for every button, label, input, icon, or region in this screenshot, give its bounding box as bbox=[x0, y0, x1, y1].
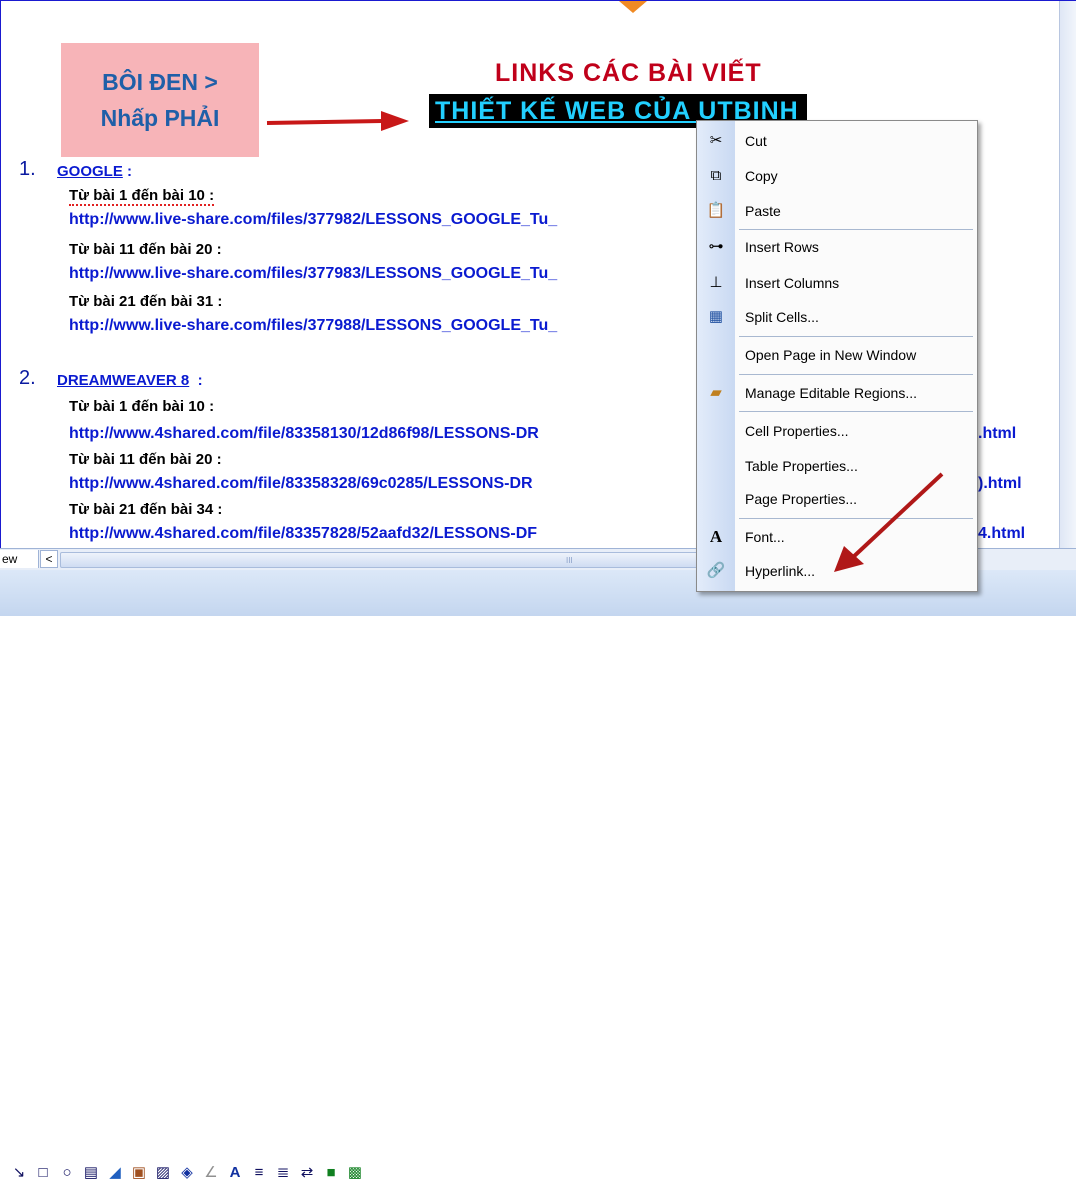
entry-label: Từ bài 1 đến bài 10 : bbox=[69, 187, 215, 206]
fill-color-icon[interactable]: ◈ bbox=[178, 1164, 196, 1182]
oval-tool-icon[interactable]: ○ bbox=[58, 1164, 76, 1182]
menu-item-label: Insert Rows bbox=[745, 239, 819, 255]
entry-label: Từ bài 11 đến bài 20 : bbox=[69, 241, 222, 258]
hyperlink-icon: 🔗 bbox=[706, 562, 726, 579]
editable-regions-icon: ▰ bbox=[710, 384, 722, 401]
menu-item-manage-editable-regions[interactable]: ▰ Manage Editable Regions... bbox=[697, 377, 977, 409]
copy-icon: ⧉ bbox=[710, 167, 722, 184]
menu-item-cell-properties[interactable]: Cell Properties... bbox=[697, 415, 977, 447]
clipart-tool-icon[interactable]: ▣ bbox=[130, 1164, 148, 1182]
menu-separator bbox=[739, 374, 973, 375]
entry-link[interactable]: http://www.4shared.com/file/83358328/69c… bbox=[69, 475, 533, 493]
menu-item-insert-rows[interactable]: ⊶ Insert Rows bbox=[697, 231, 977, 263]
insert-rows-icon: ⊶ bbox=[708, 238, 724, 255]
menu-separator bbox=[739, 411, 973, 412]
section-link-dreamweaver[interactable]: DREAMWEAVER 8 bbox=[57, 372, 189, 389]
menu-separator bbox=[739, 336, 973, 337]
entry-label: Từ bài 21 đến bài 31 : bbox=[69, 293, 223, 310]
menu-item-label: Hyperlink... bbox=[745, 563, 816, 579]
section-suffix: : bbox=[122, 163, 133, 180]
font-color-icon[interactable]: A bbox=[226, 1164, 244, 1182]
entry-link-tail[interactable]: 4.html bbox=[978, 525, 1025, 543]
menu-item-insert-columns[interactable]: ⊥ Insert Columns bbox=[697, 267, 977, 299]
section-heading: GOOGLE : bbox=[57, 163, 132, 181]
section-number: 2. bbox=[19, 367, 36, 389]
rectangle-tool-icon[interactable]: □ bbox=[34, 1164, 52, 1182]
menu-item-copy[interactable]: ⧉ Copy bbox=[697, 160, 977, 192]
entry-link-tail[interactable]: ).html bbox=[978, 475, 1022, 493]
split-cells-icon: ▦ bbox=[708, 308, 724, 325]
scroll-left-button[interactable]: < bbox=[40, 550, 58, 568]
menu-item-label: Open Page in New Window bbox=[745, 347, 917, 363]
menu-item-label: Font... bbox=[745, 529, 785, 545]
section-number: 1. bbox=[19, 158, 36, 180]
menu-separator bbox=[739, 229, 973, 230]
entry-link[interactable]: http://www.live-share.com/files/377983/L… bbox=[69, 265, 557, 283]
entry-link[interactable]: http://www.4shared.com/file/83357828/52a… bbox=[69, 525, 537, 543]
drawing-tools: ↘ □ ○ ▤ ◢ ▣ ▨ ◈ ∠ A ≡ ≣ ⇄ ■ ▩ bbox=[0, 1160, 626, 1186]
pointer-arrow-icon bbox=[834, 472, 944, 572]
entry-label: Từ bài 1 đến bài 10 : bbox=[69, 398, 215, 415]
page-title: LINKS CÁC BÀI VIẾT bbox=[495, 59, 762, 87]
vertical-scrollbar[interactable] bbox=[1059, 1, 1076, 549]
instruction-callout: BÔI ĐEN > Nhấp PHẢI bbox=[61, 43, 259, 157]
textbox-tool-icon[interactable]: ▤ bbox=[82, 1164, 100, 1182]
orange-marker bbox=[619, 1, 647, 13]
font-icon: A bbox=[709, 527, 723, 546]
arrow-tool-icon[interactable]: ↘ bbox=[10, 1164, 28, 1182]
menu-item-label: Split Cells... bbox=[745, 309, 819, 325]
menu-item-label: Manage Editable Regions... bbox=[745, 385, 917, 401]
paste-icon: 📋 bbox=[706, 202, 726, 219]
red-arrow-icon bbox=[266, 111, 409, 131]
menu-item-label: Copy bbox=[745, 168, 778, 184]
line-style-icon[interactable]: ≡ bbox=[250, 1164, 268, 1182]
entry-link[interactable]: http://www.live-share.com/files/377982/L… bbox=[69, 211, 557, 229]
entry-link[interactable]: http://www.live-share.com/files/377988/L… bbox=[69, 317, 557, 335]
view-tab[interactable]: ew bbox=[0, 550, 39, 568]
entry-label: Từ bài 21 đến bài 34 : bbox=[69, 501, 223, 518]
entry-label: Từ bài 11 đến bài 20 : bbox=[69, 451, 222, 468]
entry-link[interactable]: http://www.4shared.com/file/83358130/12d… bbox=[69, 425, 539, 443]
insert-columns-icon: ⊥ bbox=[709, 274, 723, 291]
wordart-tool-icon[interactable]: ◢ bbox=[106, 1164, 124, 1182]
menu-item-open-page-new-window[interactable]: Open Page in New Window bbox=[697, 339, 977, 371]
menu-item-label: Cell Properties... bbox=[745, 423, 849, 439]
callout-line-2: Nhấp PHẢI bbox=[100, 105, 220, 131]
scissors-icon: ✂ bbox=[709, 132, 723, 149]
menu-item-label: Paste bbox=[745, 203, 781, 219]
menu-item-paste[interactable]: 📋 Paste bbox=[697, 195, 977, 227]
scroll-grip-icon: III bbox=[566, 556, 573, 565]
section-heading: DREAMWEAVER 8 : bbox=[57, 372, 203, 390]
callout-line-1: BÔI ĐEN > bbox=[102, 69, 218, 95]
menu-item-label: Cut bbox=[745, 133, 767, 149]
menu-item-split-cells[interactable]: ▦ Split Cells... bbox=[697, 301, 977, 333]
line-color-icon[interactable]: ∠ bbox=[202, 1164, 220, 1182]
section-link-google[interactable]: GOOGLE bbox=[57, 163, 123, 180]
arrow-style-icon[interactable]: ⇄ bbox=[298, 1164, 316, 1182]
entry-link-tail[interactable]: .html bbox=[978, 425, 1016, 443]
menu-item-cut[interactable]: ✂ Cut bbox=[697, 125, 977, 157]
3d-style-icon[interactable]: ▩ bbox=[346, 1164, 364, 1182]
menu-item-label: Insert Columns bbox=[745, 275, 840, 291]
shadow-style-icon[interactable]: ■ bbox=[322, 1164, 340, 1182]
dash-style-icon[interactable]: ≣ bbox=[274, 1164, 292, 1182]
picture-tool-icon[interactable]: ▨ bbox=[154, 1164, 172, 1182]
section-suffix: : bbox=[189, 372, 203, 389]
scroll-thumb[interactable] bbox=[60, 552, 702, 568]
